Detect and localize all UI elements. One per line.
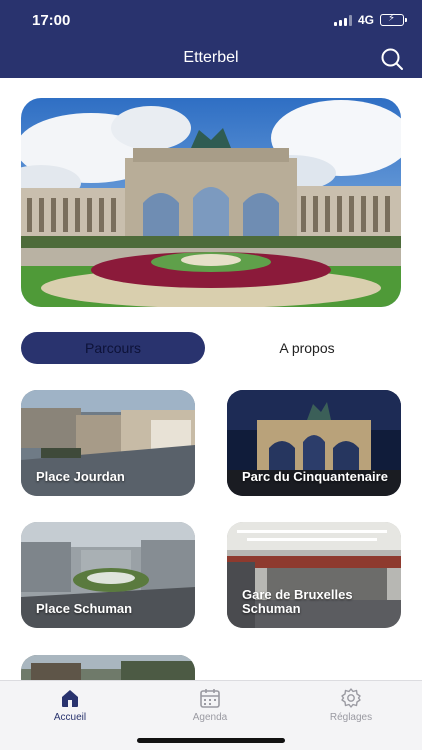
card-label: Parc du Cinquantenaire	[242, 469, 388, 484]
place-card[interactable]: Place Jourdan	[21, 390, 195, 496]
status-icons: 4G ⚡	[333, 13, 407, 27]
tab-a-propos[interactable]: A propos	[222, 332, 392, 364]
cinquantenaire-arch-photo	[21, 98, 401, 307]
gear-icon	[341, 688, 361, 708]
hero-image[interactable]	[21, 98, 401, 307]
search-icon[interactable]	[380, 47, 404, 71]
status-time: 17:00	[32, 12, 71, 29]
tab-accueil[interactable]: Accueil	[20, 687, 120, 723]
calendar-icon	[200, 689, 220, 708]
card-label: Place Jourdan	[36, 469, 125, 484]
tab-label: Réglages	[329, 712, 373, 723]
home-indicator[interactable]	[137, 738, 285, 743]
network-label: 4G	[357, 13, 374, 27]
tab-label: Agenda	[192, 712, 228, 723]
battery-charging-icon: ⚡	[380, 13, 407, 26]
card-label: Place Schuman	[36, 601, 133, 616]
home-icon	[62, 690, 78, 707]
place-card[interactable]: Parc du Cinquantenaire	[227, 390, 401, 496]
tab-agenda[interactable]: Agenda	[160, 687, 260, 723]
place-card[interactable]: Place Schuman	[21, 522, 195, 628]
app-header: 17:00 4G ⚡ Etterbel	[0, 0, 422, 78]
signal-icon	[333, 14, 352, 26]
tab-parcours[interactable]: Parcours	[21, 332, 205, 364]
card-label: Gare de Bruxelles Schuman	[242, 587, 353, 616]
page-title: Etterbel	[183, 49, 239, 66]
tab-label: Accueil	[53, 712, 87, 723]
tab-reglages[interactable]: Réglages	[301, 687, 401, 723]
place-card[interactable]: Gare de Bruxelles Schuman	[227, 522, 401, 628]
